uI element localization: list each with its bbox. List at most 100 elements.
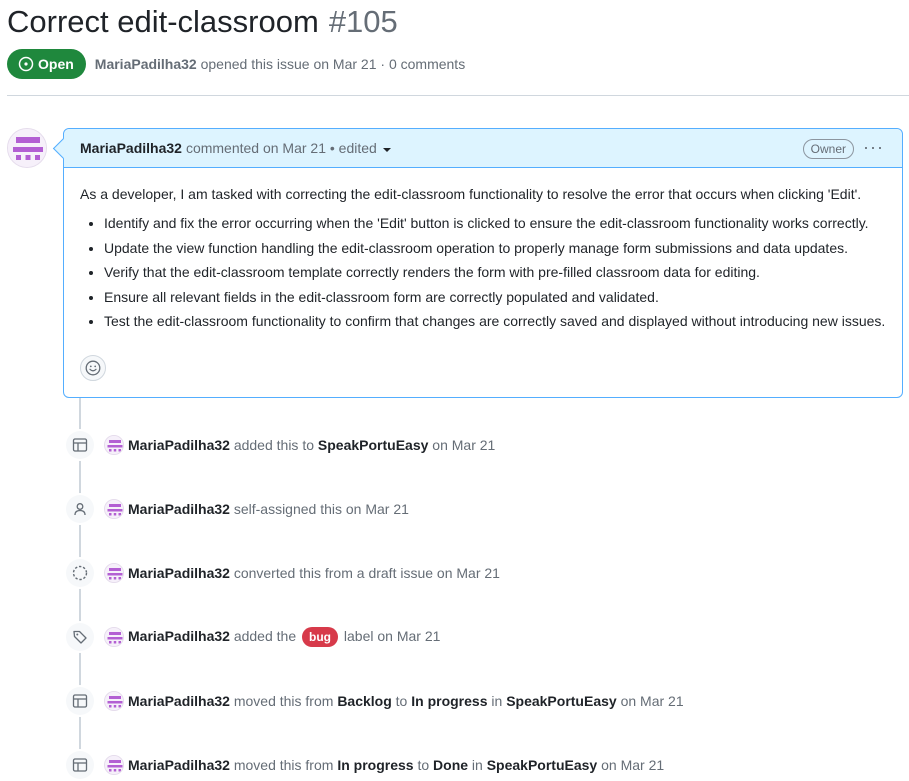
bug-label[interactable]: bug — [302, 627, 339, 647]
header-divider — [7, 95, 909, 96]
event-user-link[interactable]: MariaPadilha32 — [128, 628, 230, 644]
event-date: label on Mar 21 — [343, 628, 441, 644]
timeline-icon-wrapper — [64, 685, 96, 717]
event-action: added this to — [233, 437, 314, 453]
timeline-event: MariaPadilha32 converted this from a dra… — [64, 557, 500, 589]
event-connector: to — [417, 757, 430, 773]
timeline-event: MariaPadilha32 moved this from Backlog t… — [64, 685, 684, 717]
timeline-icon-background — [66, 431, 94, 459]
issue-open-icon — [18, 56, 34, 72]
issue-number: #105 — [328, 4, 398, 39]
event-text: MariaPadilha32 self-assigned this on Mar… — [128, 501, 409, 517]
comment-meta: commented on Mar 21 • edited — [186, 140, 391, 156]
identicon-icon — [105, 628, 123, 646]
timeline-event: MariaPadilha32 moved this from In progre… — [64, 749, 664, 781]
timeline-icon-background — [66, 559, 94, 587]
avatar[interactable] — [7, 128, 47, 168]
avatar[interactable] — [104, 563, 124, 583]
status-badge: Open — [7, 49, 86, 79]
table-icon — [72, 758, 88, 772]
event-user-link[interactable]: MariaPadilha32 — [128, 565, 230, 581]
event-user-link[interactable]: MariaPadilha32 — [128, 693, 230, 709]
status-to: In progress — [411, 693, 488, 709]
comment-timestamp[interactable]: commented on Mar 21 • edited — [186, 140, 377, 156]
table-icon — [72, 694, 88, 708]
project-link[interactable]: SpeakPortuEasy — [318, 437, 429, 453]
issue-opened-text: MariaPadilha32 opened this issue on Mar … — [95, 56, 465, 72]
event-user-link[interactable]: MariaPadilha32 — [128, 501, 230, 517]
timeline-icon-background — [66, 495, 94, 523]
timeline-icon-wrapper — [64, 493, 96, 525]
issue-meta: Open MariaPadilha32 opened this issue on… — [7, 49, 465, 79]
event-user-link[interactable]: MariaPadilha32 — [128, 437, 230, 453]
table-icon — [72, 438, 88, 452]
avatar[interactable] — [104, 755, 124, 775]
issue-comment: MariaPadilha32 commented on Mar 21 • edi… — [63, 128, 903, 398]
identicon-icon — [105, 436, 123, 454]
timeline-event: MariaPadilha32 added the bug label on Ma… — [64, 621, 440, 653]
chevron-down-icon[interactable] — [382, 148, 391, 153]
list-item: Test the edit-classroom functionality to… — [104, 311, 886, 332]
status-to: Done — [433, 757, 469, 773]
list-item: Verify that the edit-classroom template … — [104, 262, 886, 283]
timeline-event: MariaPadilha32 self-assigned this on Mar… — [64, 493, 409, 525]
identicon-icon — [8, 129, 46, 167]
issue-title: Correct edit-classroom — [7, 4, 319, 39]
project-link[interactable]: SpeakPortuEasy — [487, 757, 598, 773]
timeline-icon-wrapper — [64, 621, 96, 653]
event-text: MariaPadilha32 moved this from Backlog t… — [128, 693, 684, 709]
event-date: on Mar 21 — [601, 757, 665, 773]
list-item: Ensure all relevant fields in the edit-c… — [104, 287, 886, 308]
event-text: MariaPadilha32 converted this from a dra… — [128, 565, 500, 581]
comment-header: MariaPadilha32 commented on Mar 21 • edi… — [64, 129, 902, 168]
event-date: on Mar 21 — [432, 437, 496, 453]
timeline-icon-wrapper — [64, 429, 96, 461]
status-from: In progress — [337, 757, 414, 773]
comment-author-link[interactable]: MariaPadilha32 — [80, 140, 182, 156]
status-label: Open — [38, 56, 74, 72]
list-item: Update the view function handling the ed… — [104, 238, 886, 259]
event-connector: in — [491, 693, 503, 709]
avatar[interactable] — [104, 435, 124, 455]
person-icon — [74, 503, 86, 516]
issue-author-link[interactable]: MariaPadilha32 — [95, 56, 197, 72]
identicon-icon — [105, 564, 123, 582]
list-item: Identify and fix the error occurring whe… — [104, 213, 886, 234]
kebab-menu-icon[interactable]: ··· — [863, 138, 884, 156]
event-action: converted this from a draft issue on Mar… — [233, 565, 500, 581]
avatar[interactable] — [104, 691, 124, 711]
timeline-event: MariaPadilha32 added this to SpeakPortuE… — [64, 429, 495, 461]
event-connector: in — [471, 757, 483, 773]
tag-icon — [73, 630, 87, 644]
smiley-icon — [85, 360, 101, 376]
owner-badge: Owner — [802, 139, 854, 159]
event-user-link[interactable]: MariaPadilha32 — [128, 757, 230, 773]
issue-title-row: Correct edit-classroom #105 — [7, 4, 398, 44]
project-link[interactable]: SpeakPortuEasy — [506, 693, 617, 709]
event-action: self-assigned this on Mar 21 — [233, 501, 409, 517]
avatar[interactable] — [104, 627, 124, 647]
event-action: moved this from — [233, 693, 334, 709]
draft-circle-icon — [72, 565, 88, 581]
event-action: added the — [233, 628, 297, 644]
status-from: Backlog — [337, 693, 392, 709]
task-list: Identify and fix the error occurring whe… — [80, 213, 886, 332]
event-text: MariaPadilha32 added this to SpeakPortuE… — [128, 437, 495, 453]
opened-info: opened this issue on Mar 21 · 0 comments — [200, 56, 466, 72]
comment-intro: As a developer, I am tasked with correct… — [80, 186, 862, 202]
identicon-icon — [105, 692, 123, 710]
timeline-icon-wrapper — [64, 557, 96, 589]
event-connector: to — [395, 693, 408, 709]
add-reaction-button[interactable] — [80, 355, 106, 381]
timeline-icon-background — [66, 751, 94, 779]
comment-body: As a developer, I am tasked with correct… — [64, 168, 902, 332]
avatar[interactable] — [104, 499, 124, 519]
timeline-icon-background — [66, 623, 94, 651]
event-text: MariaPadilha32 added the bug label on Ma… — [128, 627, 440, 647]
identicon-icon — [105, 500, 123, 518]
event-date: on Mar 21 — [620, 693, 684, 709]
timeline-icon-background — [66, 687, 94, 715]
event-text: MariaPadilha32 moved this from In progre… — [128, 757, 664, 773]
event-action: moved this from — [233, 757, 334, 773]
timeline-icon-wrapper — [64, 749, 96, 781]
